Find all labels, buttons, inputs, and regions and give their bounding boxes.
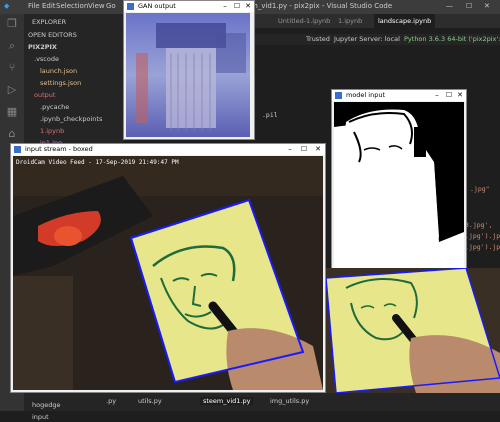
python-kernel-label[interactable]: Python 3.6.3 64-bit ('pix2pix': conda) — [404, 35, 500, 43]
input-stream-window[interactable]: input stream - boxed – ☐ ✕ DroidCam Vide… — [10, 143, 326, 393]
extensions-icon[interactable]: ▦ — [6, 106, 18, 118]
folder-hogedge[interactable]: hogedge — [32, 400, 60, 410]
gan-window-titlebar[interactable]: GAN output – ☐ ✕ — [124, 1, 254, 12]
folder-ipynb-checkpoints[interactable]: .ipynb_checkpoints — [40, 114, 102, 124]
bottom-tab-bar: .py utils.py steem_vid1.py img_utils.py — [106, 393, 500, 411]
code-line: .pil — [262, 111, 278, 119]
folder-pycache[interactable]: .pycache — [40, 102, 69, 112]
maximize-button[interactable]: ☐ — [299, 145, 309, 153]
tab-1-ipynb[interactable]: 1.ipynb — [334, 14, 366, 28]
close-button[interactable]: ✕ — [455, 91, 465, 99]
gan-window-title: GAN output — [138, 2, 176, 10]
window-app-icon — [335, 92, 342, 99]
close-button[interactable]: ✕ — [484, 2, 490, 10]
tab-untitled-1[interactable]: Untitled-1.ipynb — [274, 14, 334, 28]
input-stream-image: DroidCam Video Feed - 17-Sep-2019 21:49:… — [13, 156, 323, 390]
file-settings-json[interactable]: settings.json — [40, 78, 81, 88]
input-window-titlebar[interactable]: input stream - boxed – ☐ ✕ — [11, 144, 325, 155]
remote-icon[interactable]: ⌂ — [6, 128, 18, 140]
close-button[interactable]: ✕ — [243, 2, 253, 10]
folder-vscode[interactable]: .vscode — [34, 54, 59, 64]
menu-go[interactable]: Go — [106, 2, 116, 10]
vscode-icon: ◆ — [4, 2, 10, 10]
files-icon[interactable]: ❐ — [6, 18, 18, 30]
window-app-icon — [14, 146, 21, 153]
search-icon[interactable]: ⌕ — [6, 40, 18, 52]
explorer-header: EXPLORER — [32, 18, 67, 26]
file-launch-json[interactable]: launch.json — [40, 66, 77, 76]
bottom-tab-steem-vid1[interactable]: steem_vid1.py — [200, 397, 254, 405]
code-line: .jpg').jpg — [465, 232, 500, 240]
minimize-button[interactable]: – — [285, 145, 295, 153]
project-header[interactable]: PIX2PIX — [28, 42, 57, 52]
bottom-tab-utils[interactable]: utils.py — [138, 397, 162, 405]
menu-view[interactable]: View — [88, 2, 105, 10]
maximize-button[interactable]: ☐ — [444, 91, 454, 99]
window-app-icon — [127, 3, 134, 10]
minimize-button[interactable]: – — [220, 2, 230, 10]
gan-output-window[interactable]: GAN output – ☐ ✕ — [123, 0, 255, 140]
folder-output[interactable]: output — [34, 90, 55, 100]
maximize-button[interactable]: ☐ — [232, 2, 242, 10]
gan-output-image — [126, 13, 250, 137]
maximize-button[interactable]: ☐ — [466, 2, 472, 10]
tab-landscape-ipynb[interactable]: landscape.ipynb — [374, 14, 436, 28]
model-input-image — [334, 102, 464, 272]
window-title: steem_vid1.py - pix2pix - Visual Studio … — [236, 2, 393, 10]
minimize-button[interactable]: – — [432, 91, 442, 99]
file-1-ipynb[interactable]: 1.ipynb — [40, 126, 64, 136]
bottom-tab-img-utils[interactable]: img_utils.py — [270, 397, 309, 405]
trusted-label[interactable]: Trusted — [306, 35, 330, 43]
droidcam-overlay-text: DroidCam Video Feed - 17-Sep-2019 21:49:… — [16, 159, 179, 166]
model-input-window[interactable]: model input – ☐ ✕ — [331, 89, 467, 275]
menu-edit[interactable]: Edit — [42, 2, 56, 10]
code-line: .jpg" — [470, 185, 490, 193]
debug-icon[interactable]: ▷ — [6, 84, 18, 96]
input-window-title: input stream - boxed — [25, 145, 93, 153]
close-button[interactable]: ✕ — [313, 145, 323, 153]
menu-selection[interactable]: Selection — [56, 2, 88, 10]
folder-input[interactable]: input — [32, 412, 49, 422]
code-line: 3.jpg', — [465, 221, 493, 229]
open-editors-header[interactable]: OPEN EDITORS — [28, 30, 77, 40]
code-line: .jpg').jpg — [465, 243, 500, 251]
model-window-titlebar[interactable]: model input – ☐ ✕ — [332, 90, 466, 101]
source-control-icon[interactable]: ⑂ — [6, 62, 18, 74]
jupyter-server-label[interactable]: Jupyter Server: local — [334, 35, 400, 43]
menu-file[interactable]: File — [28, 2, 40, 10]
editor-preview-image — [326, 268, 500, 393]
minimize-button[interactable]: — — [446, 2, 453, 10]
model-window-title: model input — [346, 91, 386, 99]
bottom-tab[interactable]: .py — [106, 397, 116, 405]
